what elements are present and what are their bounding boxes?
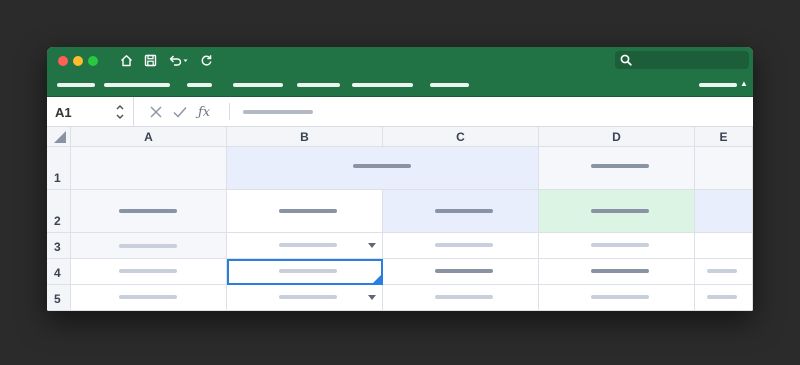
undo-icon[interactable] [167,52,191,68]
cell-e5[interactable] [695,285,753,311]
cell-b2[interactable] [227,190,383,233]
select-all-button[interactable] [47,127,71,147]
formula-divider [229,103,230,120]
search-input[interactable] [615,51,749,69]
cell-a4[interactable] [71,259,227,285]
row-header-4[interactable]: 4 [47,259,71,285]
cancel-button[interactable] [148,104,164,120]
formula-input[interactable] [243,110,313,114]
titlebar [47,47,753,74]
row-header-5[interactable]: 5 [47,285,71,311]
spreadsheet-window: ▲ A1 ƒx A B C D E 1 2 3 4 5 [47,47,753,311]
close-icon [150,106,162,118]
menu-item[interactable] [297,83,340,87]
column-header-c[interactable]: C [383,127,539,147]
enter-button[interactable] [172,104,188,120]
cell-c4[interactable] [383,259,539,285]
menu-item[interactable] [104,83,170,87]
column-header-e[interactable]: E [695,127,753,147]
name-box[interactable]: A1 [47,97,134,126]
maximize-window-button[interactable] [88,56,98,66]
cell-b3[interactable] [227,233,383,259]
cell-e3[interactable] [695,233,753,259]
row-header-1[interactable]: 1 [47,147,71,190]
cell-b1-c1-merged[interactable] [227,147,539,190]
chevron-down-icon[interactable] [368,243,376,248]
column-header-b[interactable]: B [227,127,383,147]
save-icon[interactable] [143,52,157,68]
cell-b5[interactable] [227,285,383,311]
check-icon [173,107,187,118]
menu-item[interactable] [187,83,212,87]
collapse-ribbon-icon[interactable]: ▲ [740,79,748,89]
cell-d1[interactable] [539,147,695,190]
cell-a5[interactable] [71,285,227,311]
fill-handle[interactable] [373,275,381,283]
cell-c2[interactable] [383,190,539,233]
select-all-icon [54,131,66,143]
menu-item[interactable] [352,83,413,87]
menu-item[interactable] [233,83,283,87]
cell-e2[interactable] [695,190,753,233]
menu-item[interactable] [699,83,737,87]
cell-b4-selected[interactable] [227,259,383,285]
cell-d5[interactable] [539,285,695,311]
home-icon[interactable] [119,52,133,68]
cell-e4[interactable] [695,259,753,285]
ribbon-menu: ▲ [47,74,753,97]
chevron-down-icon[interactable] [368,295,376,300]
close-window-button[interactable] [58,56,68,66]
redo-icon[interactable] [199,52,213,68]
cell-e1[interactable] [695,147,753,190]
cell-a2[interactable] [71,190,227,233]
formula-bar: A1 ƒx [47,97,753,127]
sheet-grid: A B C D E 1 2 3 4 5 [47,127,753,311]
cell-a3[interactable] [71,233,227,259]
cell-d2[interactable] [539,190,695,233]
search-icon [620,54,632,66]
cell-d3[interactable] [539,233,695,259]
cell-d4[interactable] [539,259,695,285]
row-header-2[interactable]: 2 [47,190,71,233]
cell-c3[interactable] [383,233,539,259]
cell-c5[interactable] [383,285,539,311]
row-header-3[interactable]: 3 [47,233,71,259]
column-header-d[interactable]: D [539,127,695,147]
function-label: ƒx [198,104,211,120]
cell-a1[interactable] [71,147,227,190]
cell-reference: A1 [55,105,72,120]
column-header-a[interactable]: A [71,127,227,147]
menu-item[interactable] [57,83,95,87]
menu-item[interactable] [430,83,469,87]
stepper-icon[interactable] [115,103,125,121]
minimize-window-button[interactable] [73,56,83,66]
insert-function-button[interactable]: ƒx [198,104,210,120]
